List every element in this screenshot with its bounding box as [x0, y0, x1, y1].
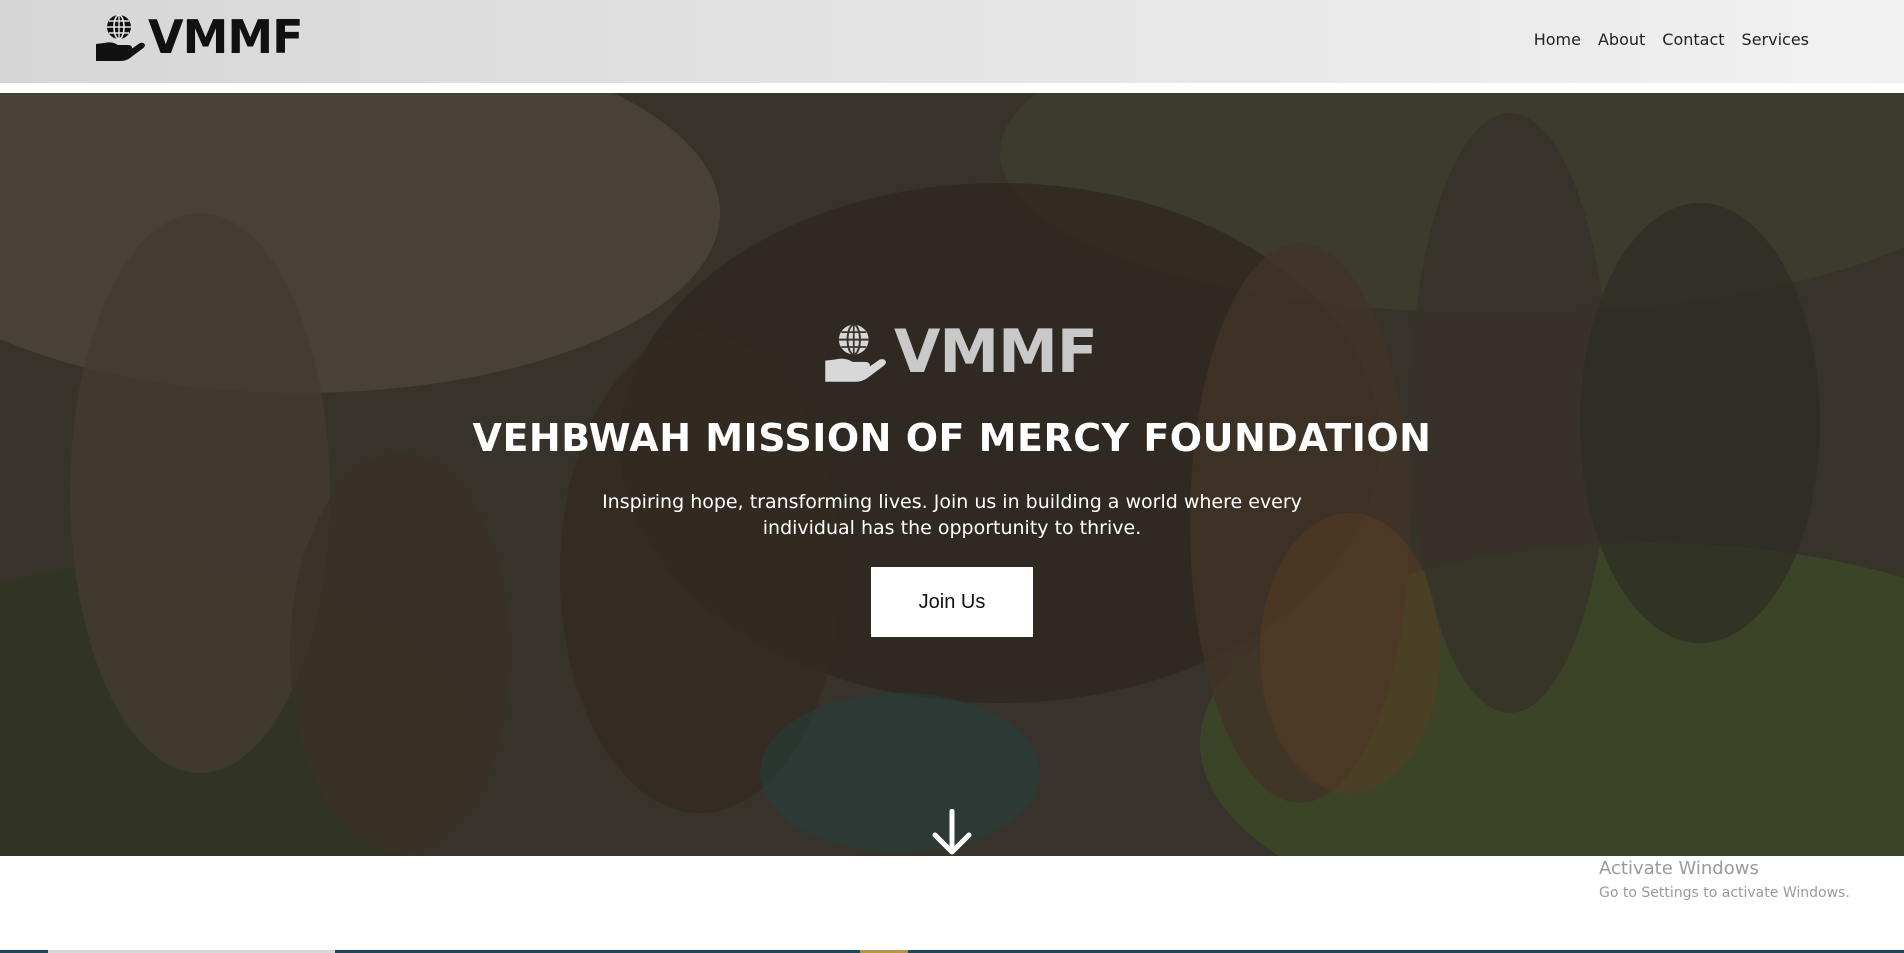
globe-hand-icon [825, 323, 886, 382]
hero-logo: VMMF [822, 317, 1098, 387]
hero-section: VMMF VEHBWAH MISSION OF MERCY FOUNDATION… [0, 93, 1904, 856]
hero-overlay [0, 93, 1904, 856]
header-divider [0, 83, 1904, 93]
page: VMMF Home About Contact Services VMMF VE… [0, 0, 1904, 953]
site-logo[interactable]: VMMF [94, 10, 304, 64]
hero-logo-text: VMMF [894, 317, 1098, 387]
main-nav: Home About Contact Services [1534, 30, 1809, 49]
nav-home-link[interactable]: Home [1534, 30, 1581, 49]
watermark-title: Activate Windows [1599, 858, 1759, 879]
globe-hand-logo-icon [96, 14, 145, 61]
arrow-down-icon[interactable] [931, 809, 973, 855]
site-header: VMMF Home About Contact Services [0, 0, 1904, 83]
activate-windows-watermark: Activate Windows Go to Settings to activ… [1599, 857, 1850, 903]
hero-title: VEHBWAH MISSION OF MERCY FOUNDATION [472, 416, 1432, 460]
hero-subtitle: Inspiring hope, transforming lives. Join… [602, 491, 1302, 539]
nav-services-link[interactable]: Services [1742, 30, 1809, 49]
watermark-subtitle: Go to Settings to activate Windows. [1599, 885, 1850, 901]
nav-contact-link[interactable]: Contact [1662, 30, 1724, 49]
nav-about-link[interactable]: About [1598, 30, 1645, 49]
join-us-button[interactable]: Join Us [871, 567, 1033, 637]
logo-text: VMMF [148, 10, 304, 64]
